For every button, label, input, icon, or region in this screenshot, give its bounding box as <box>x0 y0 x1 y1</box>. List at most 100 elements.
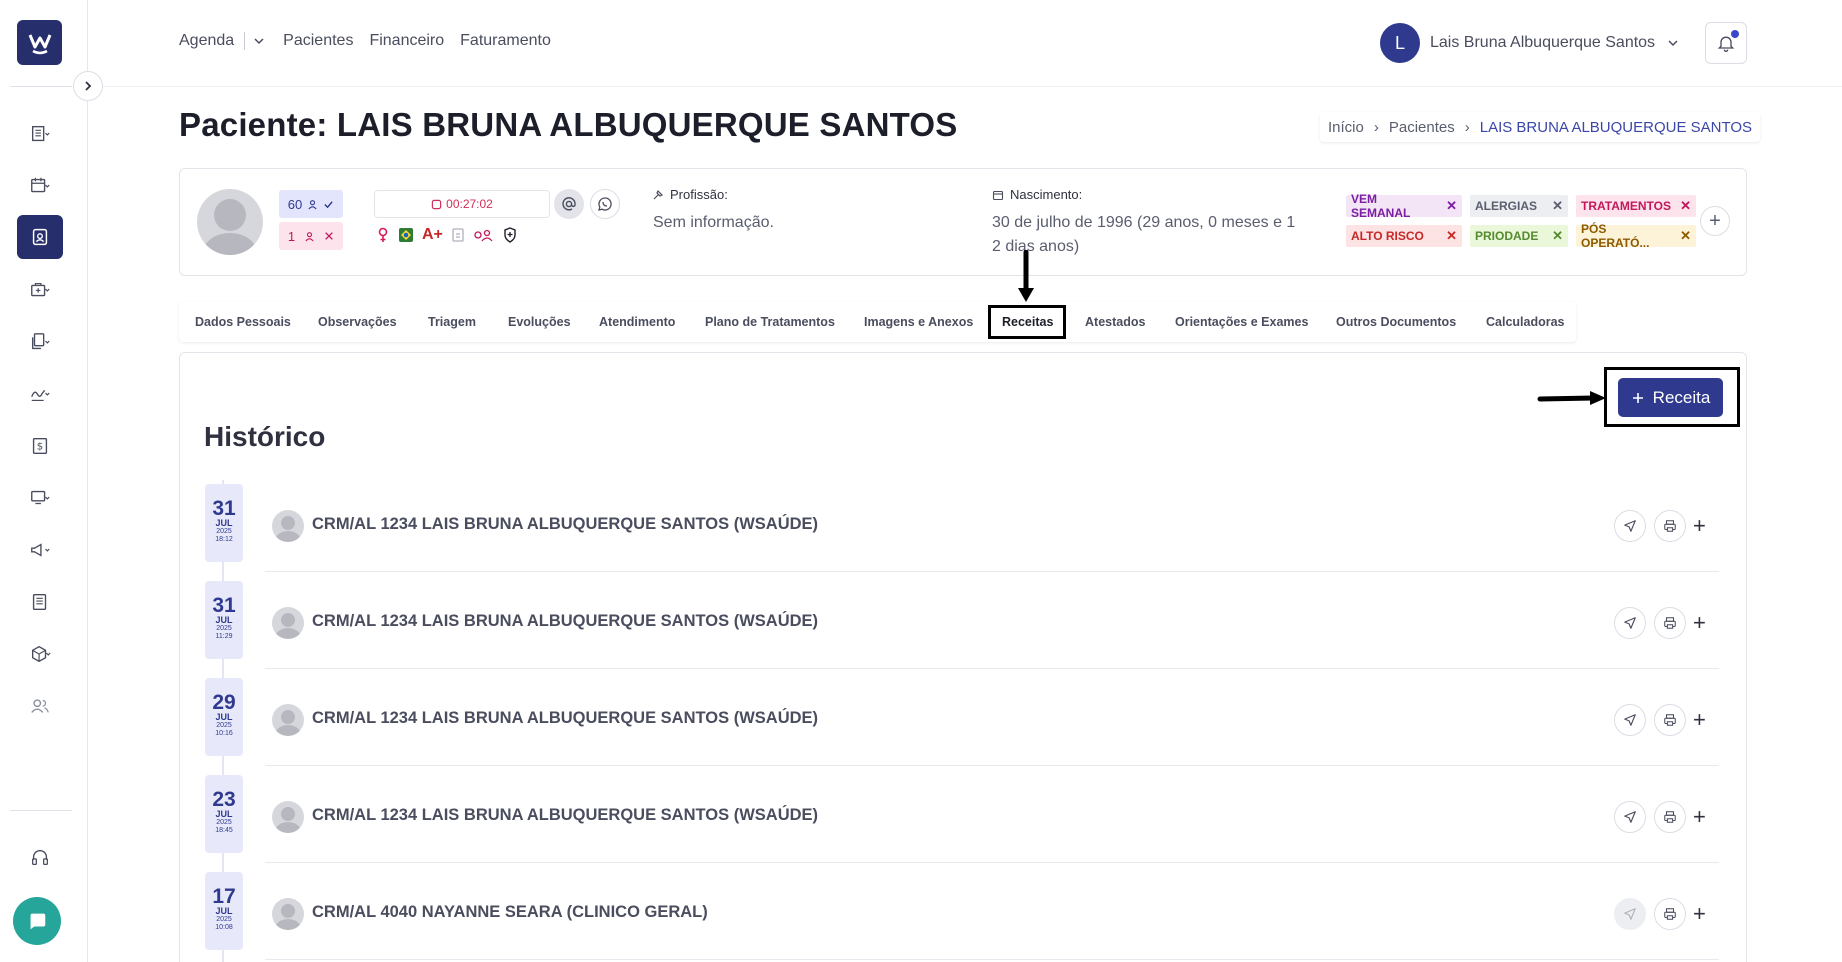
nav-pacientes[interactable]: Pacientes <box>283 32 353 50</box>
send-icon[interactable] <box>1614 704 1646 736</box>
tab-outros-documentos[interactable]: Outros Documentos <box>1336 302 1456 342</box>
tab-calculadoras[interactable]: Calculadoras <box>1486 302 1565 342</box>
tab-triagem[interactable]: Triagem <box>428 302 476 342</box>
sidebar-item-support[interactable] <box>17 836 63 880</box>
history-row[interactable]: CRM/AL 4040 NAYANNE SEARA (CLINICO GERAL… <box>265 863 1719 960</box>
remove-tag-icon[interactable]: ✕ <box>1552 198 1563 214</box>
tab-observacoes[interactable]: Observações <box>318 302 397 342</box>
remove-tag-icon[interactable]: ✕ <box>1446 198 1457 214</box>
header-divider <box>88 86 1842 87</box>
patient-tag[interactable]: ALERGIAS ✕ <box>1470 195 1568 217</box>
history-row[interactable]: CRM/AL 1234 LAIS BRUNA ALBUQUERQUE SANTO… <box>265 669 1719 766</box>
sidebar-item-finance[interactable]: $ <box>17 424 63 468</box>
appointments-count-badge[interactable]: 60 <box>279 190 343 218</box>
sidebar-item-marketing[interactable] <box>17 528 63 572</box>
nav-agenda-dropdown[interactable] <box>253 35 265 47</box>
tab-atestados[interactable]: Atestados <box>1085 302 1145 342</box>
patient-tag[interactable]: ALTO RISCO ✕ <box>1346 225 1462 247</box>
chat-icon <box>30 913 46 930</box>
top-navigation: Agenda Pacientes Financeiro Faturamento <box>179 32 567 50</box>
professional-avatar <box>272 607 304 639</box>
print-icon[interactable] <box>1654 801 1686 833</box>
patient-avatar[interactable] <box>197 189 263 255</box>
send-icon[interactable] <box>1614 510 1646 542</box>
sidebar-item-inventory[interactable] <box>17 632 63 676</box>
expand-icon[interactable]: + <box>1693 901 1706 927</box>
sidebar-item-documents[interactable] <box>17 320 63 364</box>
tab-evolucoes[interactable]: Evoluções <box>508 302 571 342</box>
tab-atendimento[interactable]: Atendimento <box>599 302 675 342</box>
patient-tag-label: PÓS OPERATÓ... <box>1581 222 1650 250</box>
print-icon[interactable] <box>1654 704 1686 736</box>
chat-button[interactable] <box>13 897 61 945</box>
sidebar-item-medical[interactable] <box>17 268 63 312</box>
remove-tag-icon[interactable]: ✕ <box>1446 228 1457 244</box>
patient-tag[interactable]: VEM SEMANAL ✕ <box>1346 192 1462 220</box>
remove-tag-icon[interactable]: ✕ <box>1680 228 1691 244</box>
print-icon[interactable] <box>1654 607 1686 639</box>
entry-date: 31 JUL 2025 11:29 <box>205 581 243 659</box>
patient-tag[interactable]: TRATAMENTOS ✕ <box>1576 195 1696 217</box>
sidebar-toggle-button[interactable] <box>73 71 103 101</box>
sidebar-item-monitor[interactable] <box>17 476 63 520</box>
nav-faturamento[interactable]: Faturamento <box>460 32 551 50</box>
app-logo[interactable] <box>17 20 62 65</box>
professional-avatar <box>272 704 304 736</box>
history-row[interactable]: CRM/AL 1234 LAIS BRUNA ALBUQUERQUE SANTO… <box>265 766 1719 863</box>
expand-icon[interactable]: + <box>1693 804 1706 830</box>
expand-icon[interactable]: + <box>1693 513 1706 539</box>
nav-agenda[interactable]: Agenda <box>179 32 234 50</box>
history-row[interactable]: CRM/AL 1234 LAIS BRUNA ALBUQUERQUE SANTO… <box>265 572 1719 669</box>
print-icon[interactable] <box>1654 898 1686 930</box>
sidebar-item-reports[interactable] <box>17 580 63 624</box>
entry-month: JUL <box>215 906 233 916</box>
calendar-icon <box>31 177 50 193</box>
sidebar-item-calendar[interactable] <box>17 164 63 208</box>
tab-orientacoes-e-exames[interactable]: Orientações e Exames <box>1175 302 1308 342</box>
patient-tag-label: TRATAMENTOS <box>1581 199 1671 213</box>
person-icon <box>305 231 314 241</box>
send-icon[interactable] <box>1614 801 1646 833</box>
patient-tag[interactable]: PRIODADE ✕ <box>1470 225 1568 247</box>
entry-title: CRM/AL 4040 NAYANNE SEARA (CLINICO GERAL… <box>312 903 708 921</box>
patient-tag[interactable]: PÓS OPERATÓ... ✕ <box>1576 222 1696 250</box>
sidebar-item-users[interactable] <box>17 684 63 728</box>
logo-w-icon <box>28 33 51 54</box>
at-sign-icon <box>562 197 576 211</box>
check-icon <box>324 200 333 208</box>
tab-plano-de-tratamentos[interactable]: Plano de Tratamentos <box>705 302 835 342</box>
nav-financeiro[interactable]: Financeiro <box>369 32 444 50</box>
sidebar-item-patients[interactable] <box>17 215 63 259</box>
print-icon[interactable] <box>1654 510 1686 542</box>
add-tag-button[interactable]: + <box>1700 206 1730 236</box>
missed-count-badge[interactable]: 1 <box>279 222 343 250</box>
entry-title: CRM/AL 1234 LAIS BRUNA ALBUQUERQUE SANTO… <box>312 515 819 533</box>
tab-dados-pessoais[interactable]: Dados Pessoais <box>195 302 291 342</box>
chevron-right-icon: › <box>1373 118 1379 136</box>
sidebar-item-records[interactable] <box>17 112 63 156</box>
user-menu[interactable]: L Lais Bruna Albuquerque Santos <box>1380 23 1679 63</box>
send-icon[interactable] <box>1614 898 1646 930</box>
appointments-count: 60 <box>287 196 303 212</box>
email-button[interactable] <box>554 189 584 219</box>
user-avatar: L <box>1380 23 1420 63</box>
expand-icon[interactable]: + <box>1693 707 1706 733</box>
patient-tag-label: ALERGIAS <box>1475 199 1538 213</box>
breadcrumb-home[interactable]: Início <box>1328 119 1364 136</box>
remove-tag-icon[interactable]: ✕ <box>1552 228 1563 244</box>
tab-imagens-e-anexos[interactable]: Imagens e Anexos <box>864 302 973 342</box>
brazil-flag-icon <box>399 228 413 242</box>
history-row[interactable]: CRM/AL 1234 LAIS BRUNA ALBUQUERQUE SANTO… <box>265 475 1719 572</box>
remove-tag-icon[interactable]: ✕ <box>1680 198 1691 214</box>
send-icon[interactable] <box>1614 607 1646 639</box>
expand-icon[interactable]: + <box>1693 610 1706 636</box>
stop-icon <box>431 199 442 209</box>
entry-date: 23 JUL 2025 18:45 <box>205 775 243 853</box>
nav-divider <box>244 32 246 50</box>
notifications-button[interactable] <box>1705 22 1747 64</box>
breadcrumb-patients[interactable]: Pacientes <box>1389 119 1455 136</box>
whatsapp-button[interactable] <box>590 189 620 219</box>
profession-value: Sem informação. <box>653 214 774 231</box>
entry-title: CRM/AL 1234 LAIS BRUNA ALBUQUERQUE SANTO… <box>312 806 819 824</box>
sidebar-item-signature[interactable] <box>17 372 63 416</box>
